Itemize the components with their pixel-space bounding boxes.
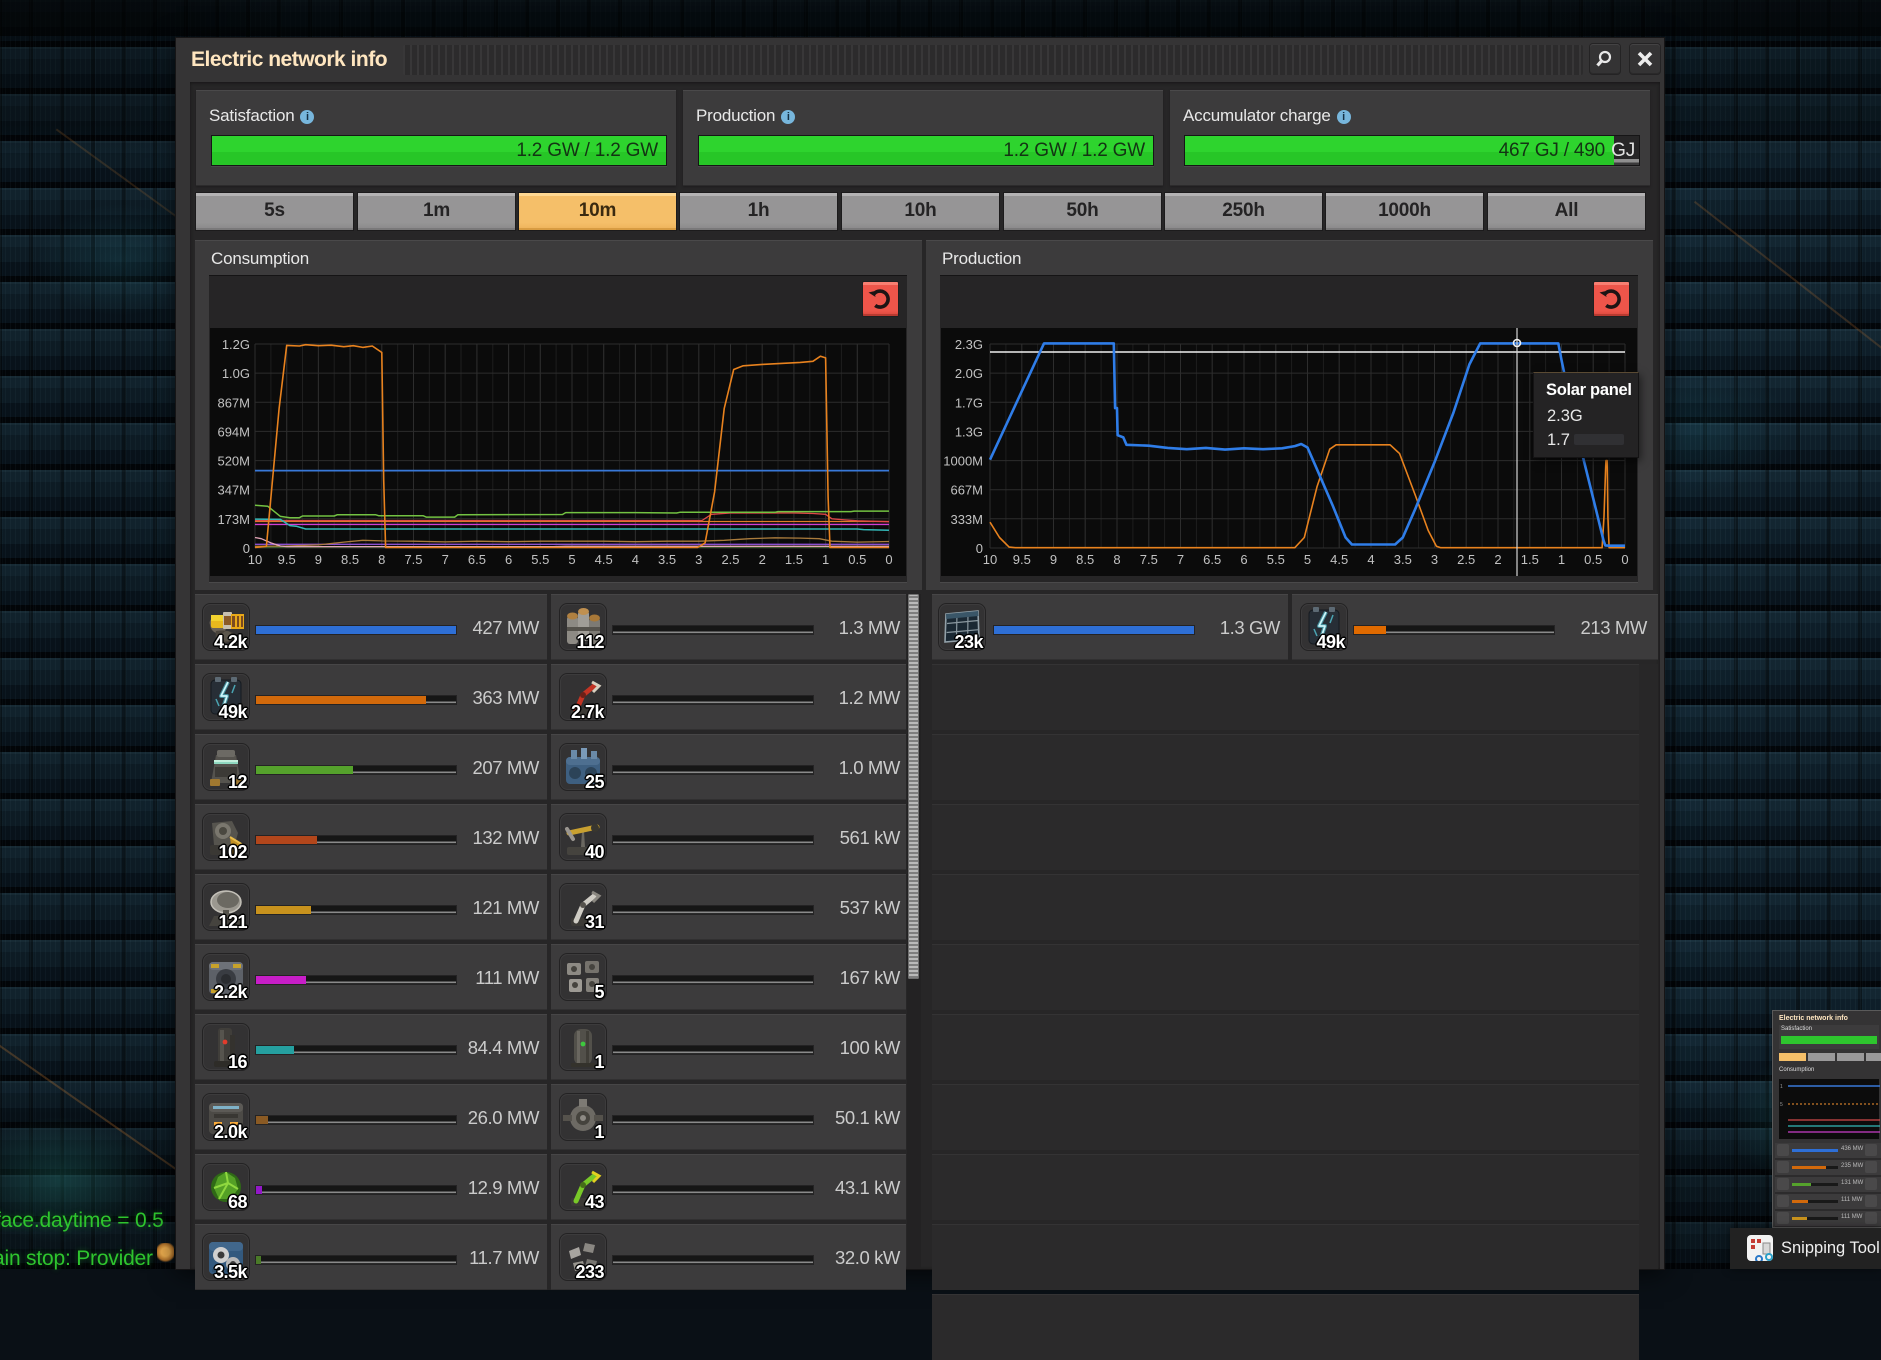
- svg-text:2.3G: 2.3G: [955, 337, 983, 352]
- svg-text:4: 4: [1367, 552, 1374, 567]
- svg-text:867M: 867M: [217, 395, 250, 410]
- svg-text:3: 3: [695, 552, 702, 567]
- svg-text:1000M: 1000M: [943, 454, 983, 469]
- svg-text:10: 10: [248, 552, 262, 567]
- svg-text:9.5: 9.5: [1013, 552, 1031, 567]
- svg-text:9: 9: [315, 552, 322, 567]
- svg-text:347M: 347M: [217, 483, 250, 498]
- svg-text:5.5: 5.5: [1267, 552, 1285, 567]
- svg-text:0: 0: [885, 552, 892, 567]
- svg-text:7: 7: [442, 552, 449, 567]
- svg-text:10: 10: [983, 552, 997, 567]
- svg-text:6.5: 6.5: [1203, 552, 1221, 567]
- svg-text:4.5: 4.5: [595, 552, 613, 567]
- svg-text:5.5: 5.5: [531, 552, 549, 567]
- svg-text:0: 0: [1621, 552, 1628, 567]
- svg-text:8: 8: [1113, 552, 1120, 567]
- svg-text:1.2G: 1.2G: [222, 337, 250, 352]
- svg-text:6: 6: [505, 552, 512, 567]
- svg-text:8: 8: [378, 552, 385, 567]
- svg-text:5: 5: [1780, 1102, 1783, 1108]
- svg-text:0.5: 0.5: [1584, 552, 1602, 567]
- svg-text:3.5: 3.5: [658, 552, 676, 567]
- svg-text:1: 1: [822, 552, 829, 567]
- svg-text:173M: 173M: [217, 512, 250, 527]
- svg-text:1: 1: [1558, 552, 1565, 567]
- svg-text:8.5: 8.5: [1076, 552, 1094, 567]
- svg-text:1.5: 1.5: [785, 552, 803, 567]
- svg-text:333M: 333M: [950, 512, 983, 527]
- svg-text:2.5: 2.5: [1457, 552, 1475, 567]
- svg-text:2.0G: 2.0G: [955, 366, 983, 381]
- svg-text:520M: 520M: [217, 454, 250, 469]
- svg-text:4: 4: [632, 552, 639, 567]
- svg-text:1.0G: 1.0G: [222, 366, 250, 381]
- svg-text:7.5: 7.5: [404, 552, 422, 567]
- svg-text:7: 7: [1177, 552, 1184, 567]
- svg-text:0.5: 0.5: [848, 552, 866, 567]
- svg-text:5: 5: [568, 552, 575, 567]
- svg-text:8.5: 8.5: [341, 552, 359, 567]
- svg-text:2: 2: [759, 552, 766, 567]
- svg-text:3: 3: [1431, 552, 1438, 567]
- svg-text:9.5: 9.5: [278, 552, 296, 567]
- svg-text:6: 6: [1240, 552, 1247, 567]
- svg-text:667M: 667M: [950, 483, 983, 498]
- svg-text:1.5: 1.5: [1521, 552, 1539, 567]
- svg-text:9: 9: [1050, 552, 1057, 567]
- svg-text:694M: 694M: [217, 424, 250, 439]
- svg-text:4.5: 4.5: [1330, 552, 1348, 567]
- svg-text:3.5: 3.5: [1394, 552, 1412, 567]
- svg-text:1.7G: 1.7G: [955, 395, 983, 410]
- svg-text:6.5: 6.5: [468, 552, 486, 567]
- svg-text:1.3G: 1.3G: [955, 424, 983, 439]
- svg-text:2: 2: [1494, 552, 1501, 567]
- svg-text:7.5: 7.5: [1140, 552, 1158, 567]
- svg-text:2.5: 2.5: [721, 552, 739, 567]
- svg-text:5: 5: [1304, 552, 1311, 567]
- svg-text:1: 1: [1780, 1084, 1783, 1090]
